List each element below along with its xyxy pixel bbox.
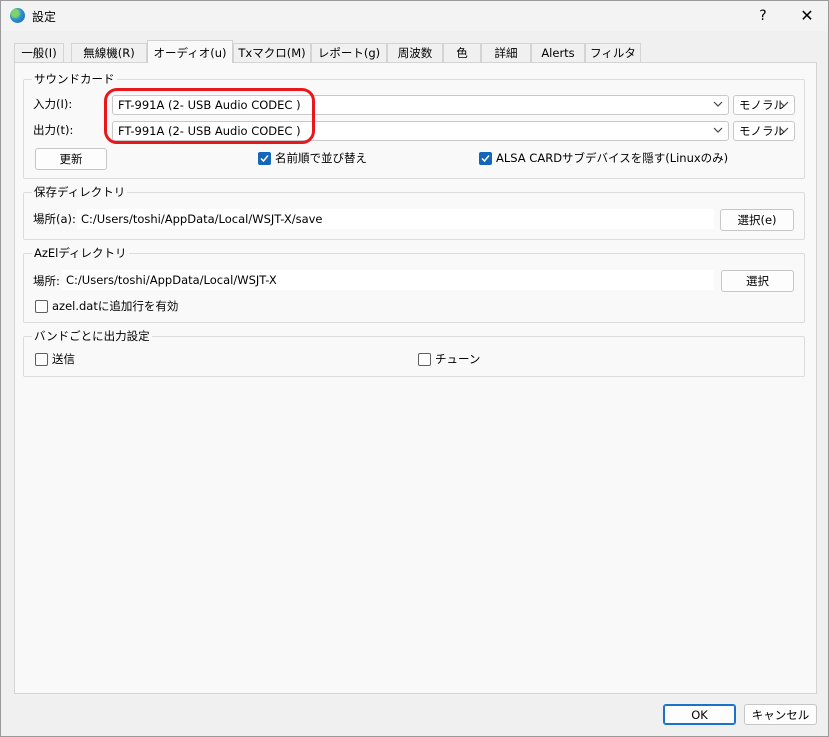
input-device-combo[interactable]: FT-991A (2- USB Audio CODEC )	[112, 95, 729, 115]
close-button[interactable]: ✕	[790, 1, 824, 31]
input-label: 入力(I):	[33, 97, 73, 111]
chevron-down-icon	[779, 101, 789, 107]
azel-dir-legend: AzElディレクトリ	[32, 246, 129, 260]
chevron-down-icon	[713, 101, 723, 107]
tab-audio[interactable]: オーディオ(u)	[147, 40, 233, 63]
hide-alsa-label: ALSA CARDサブデバイスを隠す(Linuxのみ)	[496, 151, 729, 165]
chevron-down-icon	[713, 127, 723, 133]
tab-general[interactable]: 一般(I)	[14, 43, 64, 62]
output-device-combo[interactable]: FT-991A (2- USB Audio CODEC )	[112, 121, 729, 141]
ok-button[interactable]: OK	[663, 704, 736, 725]
tab-filters[interactable]: フィルタ	[585, 43, 641, 62]
input-device-value: FT-991A (2- USB Audio CODEC )	[118, 98, 301, 112]
save-select-button[interactable]: 選択(e)	[720, 209, 794, 231]
settings-window: 設定 ? ✕ 一般(I) 無線機(R) オーディオ(u) Txマクロ(M) レポ…	[0, 0, 829, 737]
checkmark-icon	[260, 155, 269, 163]
output-device-value: FT-991A (2- USB Audio CODEC )	[118, 124, 301, 138]
sort-by-name-label: 名前順で並び替え	[275, 151, 367, 165]
tune-label: チューン	[435, 352, 481, 366]
tab-alerts[interactable]: Alerts	[531, 43, 585, 62]
save-path-field[interactable]: C:/Users/toshi/AppData/Local/WSJT-X/save	[77, 209, 714, 229]
help-button[interactable]: ?	[747, 1, 779, 31]
checkmark-icon	[481, 155, 490, 163]
transmit-label: 送信	[52, 352, 75, 366]
window-title: 設定	[32, 10, 57, 24]
azel-append-checkbox[interactable]	[35, 300, 48, 313]
azel-path-field[interactable]: C:/Users/toshi/AppData/Local/WSJT-X	[62, 270, 714, 290]
input-channel-combo[interactable]: モノラル	[733, 95, 795, 115]
tab-advanced[interactable]: 詳細	[481, 43, 531, 62]
band-output-legend: バンドごとに出力設定	[32, 329, 152, 343]
transmit-checkbox[interactable]	[35, 353, 48, 366]
soundcard-legend: サウンドカード	[32, 72, 117, 86]
hide-alsa-checkbox[interactable]	[479, 152, 492, 165]
app-globe-icon	[10, 8, 25, 23]
tab-reporting[interactable]: レポート(g)	[311, 43, 387, 62]
tab-frequencies[interactable]: 周波数	[387, 43, 443, 62]
azel-select-button[interactable]: 選択	[721, 270, 794, 292]
save-dir-legend: 保存ディレクトリ	[32, 185, 128, 199]
tune-checkbox[interactable]	[418, 353, 431, 366]
output-label: 出力(t):	[33, 123, 74, 137]
tab-colors[interactable]: 色	[443, 43, 481, 62]
tab-radio[interactable]: 無線機(R)	[71, 43, 147, 62]
refresh-button[interactable]: 更新	[35, 148, 107, 170]
cancel-button[interactable]: キャンセル	[744, 704, 817, 725]
output-channel-combo[interactable]: モノラル	[733, 121, 795, 141]
azel-append-label: azel.datに追加行を有効	[52, 299, 179, 313]
title-bar: 設定 ? ✕	[1, 1, 828, 31]
chevron-down-icon	[779, 127, 789, 133]
tab-tx-macros[interactable]: Txマクロ(M)	[233, 43, 311, 62]
save-path-label: 場所(a):	[33, 212, 76, 226]
sort-by-name-checkbox[interactable]	[258, 152, 271, 165]
azel-path-label: 場所:	[33, 274, 60, 288]
